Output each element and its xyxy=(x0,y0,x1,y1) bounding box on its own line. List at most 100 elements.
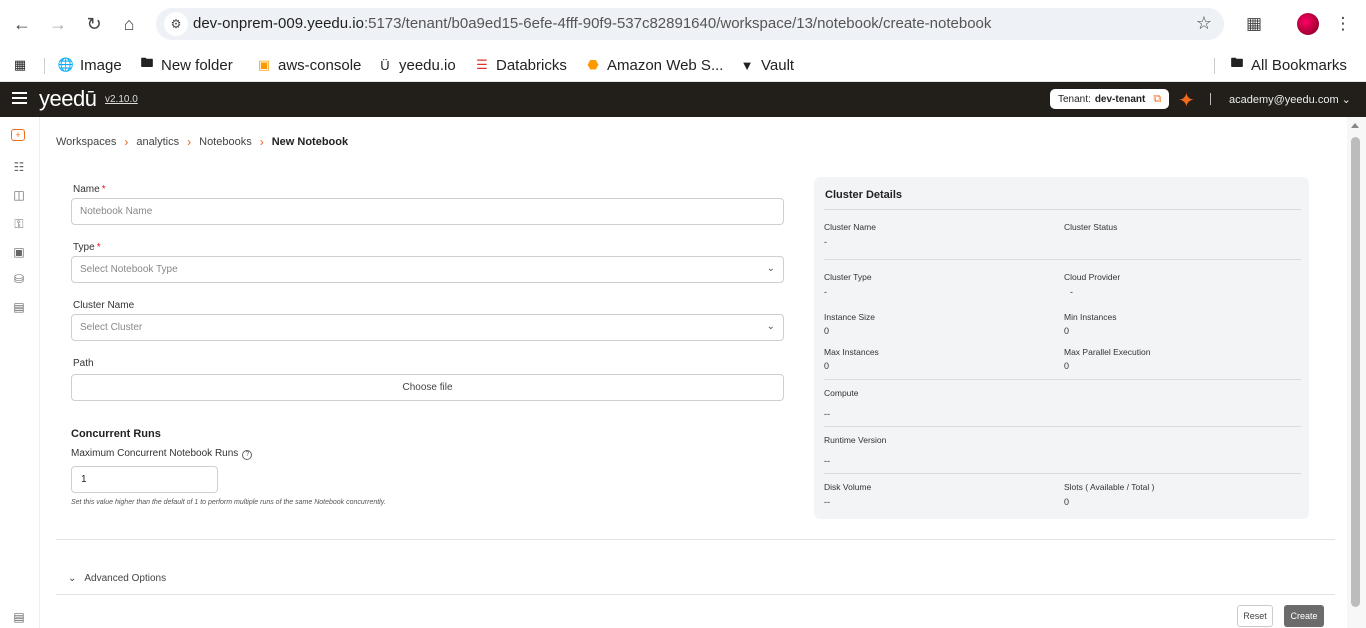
folder-icon: 🖿 xyxy=(1230,55,1244,70)
apps-grid-icon[interactable]: ▦ xyxy=(12,52,28,78)
help-icon[interactable]: ? xyxy=(242,449,253,460)
all-bookmarks[interactable]: 🖿 All Bookmarks xyxy=(1229,52,1346,78)
divider xyxy=(824,209,1301,210)
version-link[interactable]: v2.10.0 xyxy=(105,94,138,105)
header-divider xyxy=(1210,93,1211,105)
left-sidebar: + ☷ ◫ ⚿ ▣ ⛁ ▤ ▤ xyxy=(0,117,40,628)
bookmark-vault[interactable]: ▼ Vault xyxy=(739,52,795,78)
create-icon[interactable]: + xyxy=(11,129,25,141)
ai-sparkle-icon[interactable]: ✦ xyxy=(1178,88,1195,113)
type-label: Type * xyxy=(73,242,101,253)
aws-icon: ▣ xyxy=(257,57,271,72)
hierarchy-icon[interactable]: ☷ xyxy=(11,159,27,175)
choose-file-button[interactable]: Choose file xyxy=(71,374,784,401)
bookmark-amazon-web-services[interactable]: ⬣ Amazon Web S... xyxy=(585,52,723,78)
back-icon[interactable]: ← xyxy=(9,11,35,37)
site-info-icon[interactable]: ⚙ xyxy=(164,12,188,36)
disk-volume-key: Disk Volume xyxy=(824,482,872,492)
chevron-down-icon: ⌄ xyxy=(68,573,77,584)
tenant-label: Tenant: xyxy=(1058,93,1091,105)
bookmark-image[interactable]: 🌐 Image xyxy=(58,52,122,78)
cluster-details-card: Cluster Details Cluster Name - Cluster S… xyxy=(814,177,1309,519)
cluster-name-value: - xyxy=(824,237,827,247)
databricks-icon: ☰ xyxy=(476,57,488,72)
chevron-right-icon: › xyxy=(259,135,264,149)
vault-icon: ▼ xyxy=(740,57,754,73)
forward-icon[interactable]: → xyxy=(45,11,71,37)
section-divider xyxy=(56,594,1335,595)
min-instances-key: Min Instances xyxy=(1064,312,1117,322)
cluster-type-value: - xyxy=(824,287,827,297)
cluster-select[interactable]: Select Cluster ⌄ xyxy=(71,314,784,341)
reload-icon[interactable]: ↻ xyxy=(81,11,107,37)
chevron-down-icon: ⌄ xyxy=(766,263,775,274)
max-concurrent-runs-input[interactable]: 1 xyxy=(71,466,218,493)
cluster-status-key: Cluster Status xyxy=(1064,222,1118,232)
advanced-options-toggle[interactable]: ⌄ Advanced Options xyxy=(68,573,166,584)
reset-button[interactable]: Reset xyxy=(1237,605,1273,627)
concurrent-runs-title: Concurrent Runs xyxy=(71,428,161,440)
globe-icon: 🌐 xyxy=(57,57,75,72)
scroll-up-icon[interactable] xyxy=(1351,123,1359,128)
section-divider xyxy=(56,539,1335,540)
compute-value: -- xyxy=(824,409,830,419)
scrollbar-thumb[interactable] xyxy=(1351,137,1360,607)
divider xyxy=(824,379,1301,380)
instance-size-value: 0 xyxy=(824,326,830,336)
notebook-name-input[interactable]: Notebook Name xyxy=(71,198,784,225)
key-icon[interactable]: ⚿ xyxy=(11,216,27,232)
bookmark-star-icon[interactable]: ☆ xyxy=(1196,13,1212,34)
disk-volume-value: -- xyxy=(824,497,830,507)
breadcrumb-analytics[interactable]: analytics xyxy=(136,136,179,148)
max-runs-label: Maximum Concurrent Notebook Runs? xyxy=(71,448,253,460)
breadcrumb-notebooks[interactable]: Notebooks xyxy=(199,136,252,148)
hamburger-menu-icon[interactable] xyxy=(12,92,27,104)
bookmark-divider xyxy=(1214,58,1215,74)
menu-kebab-icon[interactable]: ⋮ xyxy=(1330,11,1356,37)
max-parallel-value: 0 xyxy=(1064,361,1070,371)
docs-icon[interactable]: ▤ xyxy=(11,609,27,625)
bookmark-aws-console[interactable]: ▣ aws-console xyxy=(256,52,362,78)
yeedu-icon: Ü xyxy=(380,57,390,73)
bookmark-new-folder[interactable]: 🖿 New folder xyxy=(139,52,232,78)
notebook-type-select[interactable]: Select Notebook Type ⌄ xyxy=(71,256,784,283)
cloud-provider-value: - xyxy=(1070,287,1073,297)
cluster-type-key: Cluster Type xyxy=(824,272,872,282)
bookmarks-bar: ▦ 🌐 Image 🖿 New folder ▣ aws-console Üyeedu… xyxy=(0,48,1366,82)
page-scrollbar[interactable] xyxy=(1347,117,1366,628)
instance-size-key: Instance Size xyxy=(824,312,876,322)
compute-key: Compute xyxy=(824,388,859,398)
aws-box-icon: ⬣ xyxy=(587,57,599,72)
max-parallel-key: Max Parallel Execution xyxy=(1064,347,1151,357)
breadcrumb-current: New Notebook xyxy=(271,136,349,148)
max-instances-key: Max Instances xyxy=(824,347,879,357)
chevron-down-icon: ⌄ xyxy=(766,321,775,332)
bookmark-yeedu[interactable]: Üyeedu.io xyxy=(377,52,455,78)
profile-avatar[interactable] xyxy=(1297,13,1319,35)
external-link-icon[interactable]: ⧉ xyxy=(1153,93,1161,106)
extensions-icon[interactable]: ▦ xyxy=(1241,11,1267,37)
breadcrumb-workspaces[interactable]: Workspaces xyxy=(56,136,116,148)
tenant-selector[interactable]: Tenant: dev-tenant ⧉ xyxy=(1050,89,1170,109)
cluster-name-label: Cluster Name xyxy=(73,300,135,311)
max-runs-help-text: Set this value higher than the default o… xyxy=(71,499,386,506)
home-icon[interactable]: ⌂ xyxy=(116,11,142,37)
address-bar[interactable]: ⚙ dev-onprem-009.yeedu.io:5173/tenant/b0… xyxy=(156,8,1224,40)
user-menu[interactable]: academy@yeedu.com ⌄ xyxy=(1229,93,1351,106)
max-instances-value: 0 xyxy=(824,361,830,371)
database-icon[interactable]: ⛁ xyxy=(11,271,27,287)
bookmark-databricks[interactable]: ☰ Databricks xyxy=(474,52,567,78)
create-button[interactable]: Create xyxy=(1284,605,1324,627)
browser-toolbar: ← → ↻ ⌂ ⚙ dev-onprem-009.yeedu.io:5173/t… xyxy=(0,0,1366,48)
dashboard-icon[interactable]: ▣ xyxy=(11,244,27,260)
cluster-details-title: Cluster Details xyxy=(825,189,903,201)
url-text: dev-onprem-009.yeedu.io:5173/tenant/b0a9… xyxy=(193,15,992,32)
cloud-provider-key: Cloud Provider xyxy=(1064,272,1121,282)
path-label: Path xyxy=(73,358,94,369)
id-badge-icon[interactable]: ◫ xyxy=(11,187,27,203)
runtime-version-key: Runtime Version xyxy=(824,435,887,445)
main-content: Workspaces › analytics › Notebooks › New… xyxy=(41,117,1347,628)
notes-icon[interactable]: ▤ xyxy=(11,299,27,315)
yeedu-logo: yeedū xyxy=(39,86,97,111)
breadcrumb: Workspaces › analytics › Notebooks › New… xyxy=(56,135,348,149)
